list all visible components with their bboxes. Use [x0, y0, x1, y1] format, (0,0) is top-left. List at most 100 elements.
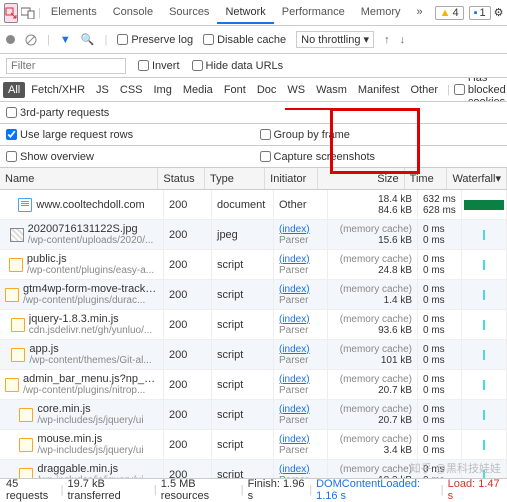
col-waterfall[interactable]: Waterfall ▾ — [447, 168, 507, 189]
time-line2: 0 ms — [423, 445, 456, 456]
type-fetch-xhr[interactable]: Fetch/XHR — [26, 82, 90, 98]
time-line1: 0 ms — [423, 224, 456, 235]
table-row[interactable]: gtm4wp-form-move-tracke.../wp-content/pl… — [0, 280, 507, 310]
initiator-link[interactable]: (index) — [279, 224, 322, 235]
stat-load: Load: 1.47 s — [448, 478, 501, 502]
waterfall-bar — [483, 230, 485, 240]
js-icon — [11, 318, 25, 332]
type-cell: script — [212, 400, 274, 429]
request-name: app.js — [29, 343, 151, 355]
disable-cache-checkbox[interactable]: Disable cache — [203, 34, 286, 46]
size-line2: 15.6 kB — [333, 235, 412, 246]
upload-icon[interactable]: ↑ — [384, 34, 390, 46]
type-cell: script — [212, 310, 274, 339]
tab-sources[interactable]: Sources — [161, 2, 217, 24]
col-initiator[interactable]: Initiator — [265, 168, 317, 189]
third-party-checkbox[interactable]: 3rd-party requests — [6, 107, 109, 119]
waterfall-bar — [464, 200, 504, 210]
time-line1: 0 ms — [423, 314, 456, 325]
filter-input[interactable] — [6, 58, 126, 74]
initiator-cell: Other — [279, 199, 322, 211]
table-row[interactable]: jquery-1.8.3.min.jscdn.jsdelivr.net/gh/y… — [0, 310, 507, 340]
type-media[interactable]: Media — [178, 82, 218, 98]
initiator-link[interactable]: (index) — [279, 464, 322, 475]
request-path: /wp-includes/js/jquery/ui — [37, 415, 143, 426]
initiator-link[interactable]: (index) — [279, 434, 322, 445]
warnings-badge[interactable]: ▲4 — [435, 6, 464, 20]
invert-checkbox[interactable]: Invert — [138, 60, 180, 72]
status-cell: 200 — [164, 250, 212, 279]
filter-toggle-icon[interactable]: ▼ — [60, 34, 71, 46]
tabs-overflow[interactable]: » — [409, 2, 431, 24]
tab-memory[interactable]: Memory — [353, 2, 409, 24]
type-cell: script — [212, 370, 274, 399]
show-overview-checkbox[interactable]: Show overview — [6, 151, 94, 163]
clear-icon[interactable] — [25, 34, 37, 46]
time-line1: 0 ms — [423, 374, 456, 385]
table-row[interactable]: mouse.min.js/wp-includes/js/jquery/ui200… — [0, 430, 507, 460]
throttling-select[interactable]: No throttling ▾ — [296, 31, 374, 48]
tab-performance[interactable]: Performance — [274, 2, 353, 24]
initiator-sub: Parser — [279, 415, 322, 426]
tab-network[interactable]: Network — [217, 2, 273, 24]
capture-screenshots-checkbox[interactable]: Capture screenshots — [260, 151, 376, 163]
col-status[interactable]: Status — [158, 168, 205, 189]
request-name: public.js — [27, 253, 154, 265]
table-row[interactable]: public.js/wp-content/plugins/easy-a...20… — [0, 250, 507, 280]
initiator-link[interactable]: (index) — [279, 314, 322, 325]
initiator-link[interactable]: (index) — [279, 284, 322, 295]
devtools-tabs: | ElementsConsoleSourcesNetworkPerforman… — [0, 0, 507, 26]
col-name[interactable]: Name — [0, 168, 158, 189]
request-name: 20200716131122S.jpg — [28, 223, 154, 235]
request-path: cdn.jsdelivr.net/gh/yunluo/... — [29, 325, 152, 336]
group-by-frame-checkbox[interactable]: Group by frame — [260, 129, 350, 141]
download-icon[interactable]: ↓ — [400, 34, 406, 46]
time-line1: 0 ms — [423, 434, 456, 445]
table-row[interactable]: admin_bar_menu.js?np_v=1.../wp-content/p… — [0, 370, 507, 400]
table-row[interactable]: app.js/wp-content/themes/Git-al...200scr… — [0, 340, 507, 370]
tab-console[interactable]: Console — [105, 2, 161, 24]
record-icon[interactable] — [6, 35, 15, 44]
messages-badge[interactable]: ▪1 — [469, 6, 491, 20]
col-size[interactable]: Size — [318, 168, 405, 189]
initiator-link[interactable]: (index) — [279, 374, 322, 385]
time-line2: 0 ms — [423, 415, 456, 426]
table-row[interactable]: www.cooltechdoll.com200documentOther18.4… — [0, 190, 507, 220]
col-time[interactable]: Time — [405, 168, 448, 189]
type-all[interactable]: All — [3, 82, 25, 98]
hide-data-urls-checkbox[interactable]: Hide data URLs — [192, 60, 284, 72]
table-row[interactable]: core.min.js/wp-includes/js/jquery/ui200s… — [0, 400, 507, 430]
settings-icon[interactable]: ⚙ — [493, 3, 505, 23]
initiator-link[interactable]: (index) — [279, 404, 322, 415]
time-line1: 0 ms — [423, 344, 456, 355]
type-other[interactable]: Other — [405, 82, 443, 98]
initiator-link[interactable]: (index) — [279, 344, 322, 355]
time-line1: 0 ms — [423, 464, 456, 475]
table-row[interactable]: 20200716131122S.jpg/wp-content/uploads/2… — [0, 220, 507, 250]
waterfall-bar — [483, 440, 485, 450]
waterfall-bar — [483, 410, 485, 420]
search-icon[interactable]: 🔍 — [81, 33, 95, 46]
device-toggle-icon[interactable] — [20, 3, 36, 23]
inspect-icon[interactable] — [4, 3, 18, 23]
initiator-sub: Parser — [279, 325, 322, 336]
type-ws[interactable]: WS — [282, 82, 310, 98]
waterfall-bar — [483, 290, 485, 300]
type-img[interactable]: Img — [149, 82, 177, 98]
col-type[interactable]: Type — [205, 168, 265, 189]
type-css[interactable]: CSS — [115, 82, 148, 98]
preserve-log-checkbox[interactable]: Preserve log — [117, 34, 193, 46]
tab-elements[interactable]: Elements — [43, 2, 105, 24]
type-manifest[interactable]: Manifest — [353, 82, 405, 98]
time-line1: 0 ms — [423, 404, 456, 415]
type-wasm[interactable]: Wasm — [311, 82, 352, 98]
type-doc[interactable]: Doc — [252, 82, 282, 98]
request-name: mouse.min.js — [37, 433, 143, 445]
initiator-link[interactable]: (index) — [279, 254, 322, 265]
blocked-cookies-checkbox[interactable]: Has blocked cookies — [454, 78, 506, 102]
large-rows-checkbox[interactable]: Use large request rows — [6, 129, 133, 141]
time-line2: 0 ms — [423, 385, 456, 396]
type-cell: script — [212, 430, 274, 459]
type-js[interactable]: JS — [91, 82, 114, 98]
type-font[interactable]: Font — [219, 82, 251, 98]
